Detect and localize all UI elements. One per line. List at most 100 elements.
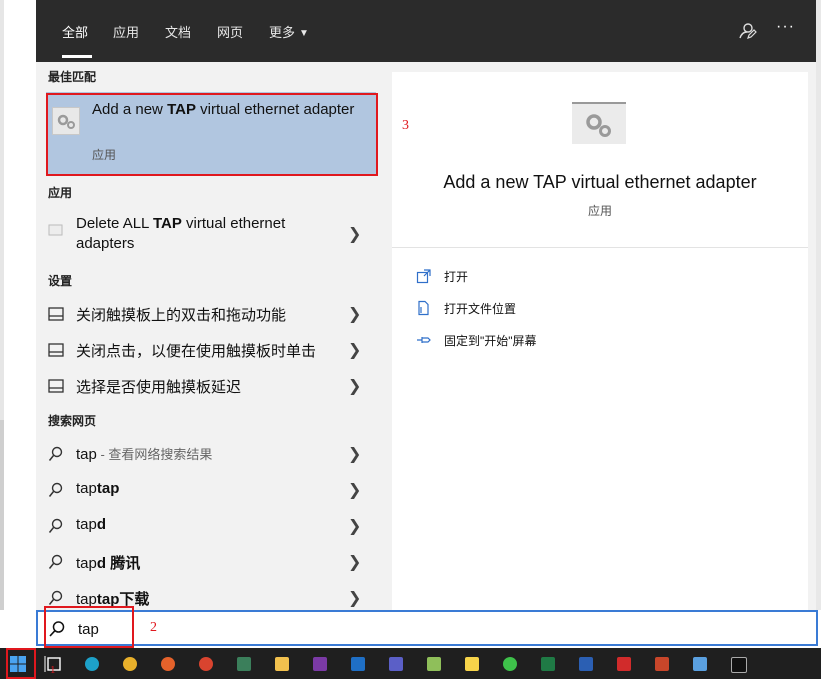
preview-title: Add a new TAP virtual ethernet adapter xyxy=(443,172,757,192)
annotation-number-2: 2 xyxy=(150,620,157,635)
desktop-right-strip xyxy=(816,0,821,610)
app-result-item[interactable]: Delete ALL TAP virtual ethernet adapters… xyxy=(46,212,376,256)
web-result-label: taptap xyxy=(76,480,119,497)
app-result-pre: Delete ALL xyxy=(76,215,153,232)
pin-icon xyxy=(417,337,431,343)
powerpoint-icon xyxy=(655,657,669,671)
taskbar xyxy=(0,648,821,679)
file-explorer-icon xyxy=(275,657,289,671)
tab-documents[interactable]: 文档 xyxy=(165,22,191,42)
app-icon xyxy=(48,224,63,236)
onenote-button[interactable] xyxy=(308,652,332,676)
annotation-box-best-match xyxy=(46,93,378,176)
open-icon xyxy=(416,269,431,284)
desktop-left-area xyxy=(0,0,36,648)
settings-item[interactable]: 关闭点击，以便在使用触摸板时单击 ❯ xyxy=(46,332,376,368)
chevron-right-icon[interactable]: ❯ xyxy=(348,224,361,244)
action-open-label: 打开 xyxy=(444,270,469,284)
search-icon xyxy=(48,482,63,497)
tab-web[interactable]: 网页 xyxy=(217,22,243,42)
settings-item[interactable]: 关闭触摸板上的双击和拖动功能 ❯ xyxy=(46,296,376,332)
web-result-item[interactable]: taptap ❯ xyxy=(46,472,376,508)
section-best-match: 最佳匹配 xyxy=(48,70,97,84)
edge-button[interactable] xyxy=(80,652,104,676)
preview-pane: Add a new TAP virtual ethernet adapter 应… xyxy=(392,72,808,610)
sticky-notes-button[interactable] xyxy=(460,652,484,676)
file-explorer-button[interactable] xyxy=(270,652,294,676)
powerpoint-button[interactable] xyxy=(650,652,674,676)
word-icon xyxy=(579,657,593,671)
notepad-button[interactable] xyxy=(422,652,446,676)
feedback-icon xyxy=(739,23,757,39)
more-options-button[interactable]: ··· xyxy=(776,18,800,40)
web-result-label: tapd xyxy=(76,516,106,533)
web-result-pre: tap xyxy=(76,516,97,533)
wechat-button[interactable] xyxy=(498,652,522,676)
teams-button[interactable] xyxy=(384,652,408,676)
touchpad-icon xyxy=(48,307,64,321)
caret-down-icon: ▼ xyxy=(299,28,309,39)
chevron-right-icon[interactable]: ❯ xyxy=(348,516,361,536)
chevron-right-icon[interactable]: ❯ xyxy=(348,444,361,464)
web-result-item[interactable]: tap - 查看网络搜索结果 ❯ xyxy=(46,436,376,472)
settings-item[interactable]: 选择是否使用触摸板延迟 ❯ xyxy=(46,368,376,404)
web-result-label: tapd 腾讯 xyxy=(76,552,140,573)
feedback-button[interactable] xyxy=(736,20,758,42)
file-location-icon xyxy=(418,300,429,316)
web-result-item[interactable]: tapd ❯ xyxy=(46,508,376,544)
search-icon xyxy=(48,590,63,605)
chevron-right-icon[interactable]: ❯ xyxy=(348,552,361,572)
web-result-pre: tap xyxy=(76,446,97,463)
tab-more-label: 更多 xyxy=(269,25,296,40)
chevron-right-icon[interactable]: ❯ xyxy=(348,340,361,360)
web-result-label: tap - 查看网络搜索结果 xyxy=(76,444,212,463)
terminal-button[interactable] xyxy=(726,652,750,676)
firefox-button[interactable] xyxy=(156,652,180,676)
preview-divider xyxy=(392,247,808,248)
app-result-bold: TAP xyxy=(153,215,182,232)
onenote-icon xyxy=(313,657,327,671)
excel-icon xyxy=(541,657,555,671)
edge-icon xyxy=(85,657,99,671)
section-settings: 设置 xyxy=(48,274,73,288)
annotation-box-start xyxy=(6,648,36,679)
search-icon xyxy=(48,446,63,461)
notepad-icon xyxy=(427,657,441,671)
web-result-pre: tap xyxy=(76,555,97,572)
outlook-icon xyxy=(351,657,365,671)
desktop-left-strip-lower xyxy=(0,420,4,610)
chrome-button[interactable] xyxy=(194,652,218,676)
active-tab-underline xyxy=(62,55,92,58)
tab-apps[interactable]: 应用 xyxy=(113,22,139,42)
web-result-suffix: - 查看网络搜索结果 xyxy=(96,447,213,462)
preview-subtitle: 应用 xyxy=(587,204,612,218)
word-button[interactable] xyxy=(574,652,598,676)
web-result-item[interactable]: tapd 腾讯 ❯ xyxy=(46,544,376,580)
search-input[interactable] xyxy=(76,617,680,641)
tab-all[interactable]: 全部 xyxy=(62,22,88,42)
dev-tool-button[interactable] xyxy=(688,652,712,676)
dev-icon xyxy=(693,657,707,671)
annotation-number-1: 1 xyxy=(50,664,56,676)
chrome-icon xyxy=(199,657,213,671)
excel-button[interactable] xyxy=(536,652,560,676)
chevron-right-icon[interactable]: ❯ xyxy=(348,376,361,396)
settings-item-label: 关闭点击，以便在使用触摸板时单击 xyxy=(76,343,317,360)
tab-more[interactable]: 更多 ▼ xyxy=(269,22,309,42)
web-result-pre: tap xyxy=(76,480,97,497)
web-result-bold: tap xyxy=(96,480,120,497)
touchpad-icon xyxy=(48,379,64,393)
chevron-right-icon[interactable]: ❯ xyxy=(348,304,361,324)
start-search-panel: 全部 应用 文档 网页 更多 ▼ ··· 最佳匹配 Add a new TAP v… xyxy=(36,0,816,610)
outlook-button[interactable] xyxy=(346,652,370,676)
chevron-right-icon[interactable]: ❯ xyxy=(348,480,361,500)
action-file-location-label: 打开文件位置 xyxy=(444,302,517,316)
snipping-icon xyxy=(237,657,251,671)
snipping-button[interactable] xyxy=(232,652,256,676)
browser-button[interactable] xyxy=(118,652,142,676)
search-filter-bar: 全部 应用 文档 网页 更多 ▼ ··· xyxy=(36,0,816,62)
section-apps: 应用 xyxy=(48,186,73,200)
chevron-right-icon[interactable]: ❯ xyxy=(348,588,361,608)
acrobat-button[interactable] xyxy=(612,652,636,676)
annotation-number-3: 3 xyxy=(402,118,409,133)
